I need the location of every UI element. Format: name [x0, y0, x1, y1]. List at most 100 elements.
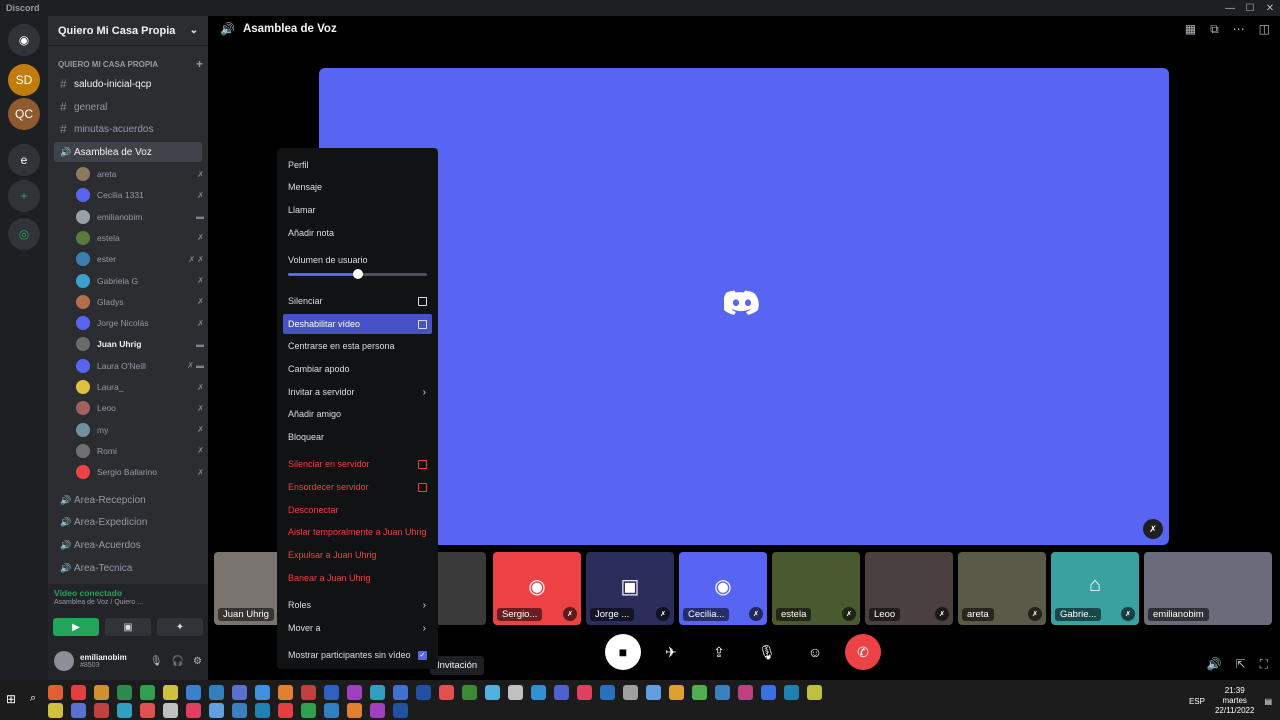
- voice-channel-item[interactable]: 🔊 Area-Expedicion: [54, 513, 202, 533]
- taskbar-app-icon[interactable]: [209, 685, 224, 700]
- taskbar-app-icon[interactable]: [554, 685, 569, 700]
- taskbar-app-icon[interactable]: [600, 685, 615, 700]
- menu-item-deshabilitar-vídeo[interactable]: Deshabilitar vídeo: [283, 314, 432, 334]
- taskbar-app-icon[interactable]: [117, 703, 132, 718]
- camera-button[interactable]: ■: [605, 634, 641, 670]
- volume-icon[interactable]: 🔊: [1207, 657, 1222, 672]
- video-tile[interactable]: ◉ Sergio... ✗: [493, 552, 581, 625]
- avatar[interactable]: [54, 651, 74, 671]
- mic-icon[interactable]: 🎙: [150, 656, 163, 667]
- taskbar-app-icon[interactable]: [347, 685, 362, 700]
- add-server-icon[interactable]: +: [8, 180, 40, 212]
- voice-user-item[interactable]: Laura O'Neill ✗ ▬: [76, 356, 204, 376]
- voice-user-item[interactable]: Romi ✗: [76, 441, 204, 461]
- menu-item-desconectar[interactable]: Desconectar: [283, 500, 432, 520]
- voice-user-item[interactable]: Leoo ✗: [76, 398, 204, 418]
- menu-item-roles[interactable]: Roles ›: [283, 595, 432, 615]
- channel-general[interactable]: # general: [54, 97, 202, 117]
- menu-item-añadir-nota[interactable]: Añadir nota: [283, 223, 432, 243]
- taskbar-app-icon[interactable]: [646, 685, 661, 700]
- channel-minutas-acuerdos[interactable]: # minutas-acuerdos: [54, 119, 202, 139]
- voice-user-item[interactable]: emilianobim ▬: [76, 207, 204, 227]
- taskbar-app-icon[interactable]: [462, 685, 477, 700]
- voice-user-item[interactable]: Sergio Ballarino ✗: [76, 462, 204, 482]
- taskbar-app-icon[interactable]: [439, 685, 454, 700]
- taskbar-app-icon[interactable]: [163, 703, 178, 718]
- taskbar-app-icon[interactable]: [508, 685, 523, 700]
- taskbar-app-icon[interactable]: [393, 685, 408, 700]
- voice-user-item[interactable]: estela ✗: [76, 228, 204, 248]
- taskbar-app-icon[interactable]: [232, 703, 247, 718]
- menu-item-llamar[interactable]: Llamar: [283, 200, 432, 220]
- voice-user-item[interactable]: Cecilia 1331 ✗: [76, 185, 204, 205]
- menu-item-añadir-amigo[interactable]: Añadir amigo: [283, 404, 432, 424]
- language-indicator[interactable]: ESP: [1189, 697, 1205, 706]
- menu-item-perfil[interactable]: Perfil: [283, 155, 432, 175]
- taskbar-app-icon[interactable]: [761, 685, 776, 700]
- channel-asamblea-de-voz[interactable]: 🔊 Asamblea de Voz: [54, 142, 202, 162]
- taskbar-app-icon[interactable]: [48, 685, 63, 700]
- taskbar-app-icon[interactable]: [232, 685, 247, 700]
- grid-icon[interactable]: ▦: [1185, 22, 1196, 37]
- voice-channel-item[interactable]: 🔊 Area-Acuerdos: [54, 535, 202, 555]
- voice-user-item[interactable]: ester ✗ ✗: [76, 249, 204, 269]
- menu-item-silenciar[interactable]: Silenciar: [283, 291, 432, 311]
- taskbar-app-icon[interactable]: [692, 685, 707, 700]
- voice-channel-item[interactable]: 🔊 Area-Recepcion: [54, 490, 202, 510]
- menu-item-cambiar-apodo[interactable]: Cambiar apodo: [283, 359, 432, 379]
- taskbar-app-icon[interactable]: [71, 703, 86, 718]
- video-tile[interactable]: emilianobim: [1144, 552, 1272, 625]
- taskbar-app-icon[interactable]: [577, 685, 592, 700]
- taskbar-app-icon[interactable]: [140, 685, 155, 700]
- minimize-button[interactable]: —: [1220, 3, 1240, 14]
- discord-home-icon[interactable]: ◉: [8, 24, 40, 56]
- taskbar-app-icon[interactable]: [117, 685, 132, 700]
- taskbar-app-icon[interactable]: [255, 703, 270, 718]
- taskbar-app-icon[interactable]: [278, 685, 293, 700]
- voice-channel-item[interactable]: 🔊 Area-Tecnica: [54, 558, 202, 578]
- taskbar-app-icon[interactable]: [370, 703, 385, 718]
- taskbar-app-icon[interactable]: [324, 685, 339, 700]
- focused-video-stage[interactable]: ✗: [319, 68, 1169, 545]
- notifications-icon[interactable]: ▤: [1264, 697, 1272, 706]
- share-screen-button[interactable]: ⇪: [701, 634, 737, 670]
- voice-user-item[interactable]: areta ✗: [76, 164, 204, 184]
- voice-user-item[interactable]: my ✗: [76, 420, 204, 440]
- taskbar-app-icon[interactable]: [140, 703, 155, 718]
- menu-item-mover-a[interactable]: Mover a ›: [283, 618, 432, 638]
- video-tile[interactable]: ⌂ Gabrie... ✗: [1051, 552, 1139, 625]
- taskbar-app-icon[interactable]: [715, 685, 730, 700]
- search-icon[interactable]: ⌕: [30, 692, 36, 705]
- taskbar-app-icon[interactable]: [324, 703, 339, 718]
- menu-item-aislar-temporalmente-a-juan-uhrig[interactable]: Aislar temporalmente a Juan Uhrig: [283, 522, 432, 542]
- taskbar-app-icon[interactable]: [94, 685, 109, 700]
- taskbar-app-icon[interactable]: [278, 703, 293, 718]
- taskbar-app-icon[interactable]: [347, 703, 362, 718]
- menu-item-ensordecer-servidor[interactable]: Ensordecer servidor: [283, 477, 432, 497]
- disconnect-call-button[interactable]: ✆: [845, 634, 881, 670]
- emoji-button[interactable]: ☺: [797, 634, 833, 670]
- menu-item-invitar-a-servidor[interactable]: Invitar a servidor ›: [283, 382, 432, 402]
- video-tile[interactable]: Leoo ✗: [865, 552, 953, 625]
- clock[interactable]: 21:39 martes 22/11/2022: [1215, 686, 1254, 716]
- channel-saludo-inicial-qcp[interactable]: # saludo-inicial-qcp: [54, 74, 202, 94]
- activity-rocket-button[interactable]: ✈: [653, 634, 689, 670]
- taskbar-app-icon[interactable]: [71, 685, 86, 700]
- menu-item-centrarse-en-esta-persona[interactable]: Centrarse en esta persona: [283, 336, 432, 356]
- taskbar-app-icon[interactable]: [94, 703, 109, 718]
- taskbar-app-icon[interactable]: [784, 685, 799, 700]
- voice-user-item[interactable]: Gladys ✗: [76, 292, 204, 312]
- add-channel-icon[interactable]: +: [196, 58, 203, 70]
- explore-icon[interactable]: ◎: [8, 218, 40, 250]
- taskbar-app-icon[interactable]: [531, 685, 546, 700]
- video-tile[interactable]: areta ✗: [958, 552, 1046, 625]
- taskbar-app-icon[interactable]: [186, 703, 201, 718]
- server-a-icon[interactable]: SD: [8, 64, 40, 96]
- menu-item-bloquear[interactable]: Bloquear: [283, 427, 432, 447]
- video-tile[interactable]: estela ✗: [772, 552, 860, 625]
- windows-start-icon[interactable]: ⊞: [6, 692, 16, 706]
- server-header[interactable]: Quiero Mi Casa Propia ⌄: [48, 16, 208, 46]
- taskbar-app-icon[interactable]: [48, 703, 63, 718]
- video-tile[interactable]: ◉ Cecilia... ✗: [679, 552, 767, 625]
- channel-category[interactable]: QUIERO MI CASA PROPIA +: [58, 58, 203, 70]
